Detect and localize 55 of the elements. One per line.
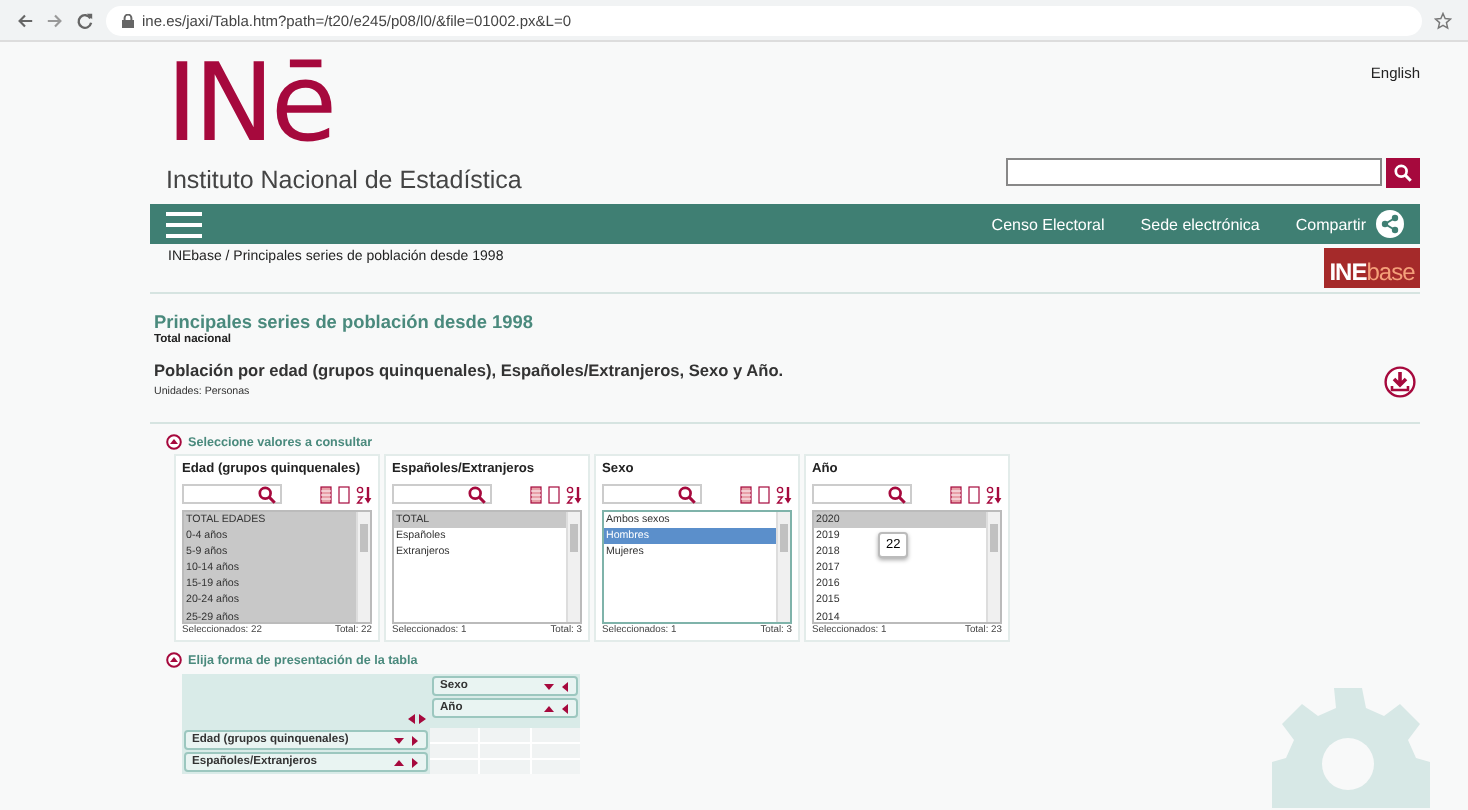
search-icon xyxy=(468,485,486,504)
search-icon xyxy=(678,485,696,504)
sort-icon[interactable] xyxy=(356,485,372,504)
select-all-icon[interactable] xyxy=(530,485,542,504)
gear-icon xyxy=(1266,684,1430,808)
left-arrow-icon[interactable] xyxy=(560,703,570,713)
down-arrow-icon[interactable] xyxy=(394,735,404,745)
menu-icon[interactable] xyxy=(166,211,202,237)
inebase-badge[interactable]: INEbase xyxy=(1324,248,1420,288)
up-arrow-icon[interactable] xyxy=(394,757,404,767)
select-all-icon[interactable] xyxy=(950,485,962,504)
deselect-icon[interactable] xyxy=(548,485,560,504)
page-title: Principales series de población desde 1998 xyxy=(154,312,535,332)
search-icon xyxy=(258,485,276,504)
scrollbar[interactable] xyxy=(776,511,790,622)
swap-icon[interactable] xyxy=(408,714,426,724)
scrollbar[interactable] xyxy=(566,511,580,622)
forward-icon[interactable] xyxy=(46,11,64,29)
left-arrow-icon[interactable] xyxy=(560,681,570,691)
search-field[interactable] xyxy=(1006,158,1382,186)
collapse-icon xyxy=(166,652,182,668)
sort-icon[interactable] xyxy=(986,485,1002,504)
table-title: Población por edad (grupos quinquenales), Españoles/Extranjeros, Sexo y Año. xyxy=(154,360,786,380)
scrollbar[interactable] xyxy=(986,511,1000,622)
deselect-icon[interactable] xyxy=(968,485,980,504)
filter-field[interactable] xyxy=(812,484,912,505)
download-icon[interactable] xyxy=(1384,366,1416,398)
nav-link[interactable]: Compartir xyxy=(1295,210,1404,238)
collapse-icon xyxy=(166,434,182,450)
institute-name: Instituto Nacional de Estadística xyxy=(166,166,522,194)
select-all-icon[interactable] xyxy=(740,485,752,504)
right-arrow-icon[interactable] xyxy=(410,735,420,745)
nav-link[interactable]: Censo Electoral xyxy=(991,215,1105,233)
share-icon xyxy=(1376,210,1404,238)
search-icon xyxy=(1394,164,1412,182)
back-icon[interactable] xyxy=(16,11,34,29)
filter-field[interactable] xyxy=(392,484,492,505)
logo[interactable]: INē xyxy=(166,54,522,154)
down-arrow-icon[interactable] xyxy=(544,681,554,691)
sort-icon[interactable] xyxy=(776,485,792,504)
sort-icon[interactable] xyxy=(566,485,582,504)
search-button[interactable] xyxy=(1386,158,1420,188)
select-all-icon[interactable] xyxy=(320,485,332,504)
lock-icon xyxy=(122,13,134,27)
right-arrow-icon[interactable] xyxy=(410,757,420,767)
filter-field[interactable] xyxy=(602,484,702,505)
nav-link[interactable]: Sede electrónica xyxy=(1140,215,1260,233)
star-icon[interactable] xyxy=(1434,11,1452,29)
up-arrow-icon[interactable] xyxy=(544,703,554,713)
filter-field[interactable] xyxy=(182,484,282,505)
deselect-icon[interactable] xyxy=(338,485,350,504)
reload-icon[interactable] xyxy=(76,11,94,29)
deselect-icon[interactable] xyxy=(758,485,770,504)
search-icon xyxy=(888,485,906,504)
scrollbar[interactable] xyxy=(356,511,370,622)
